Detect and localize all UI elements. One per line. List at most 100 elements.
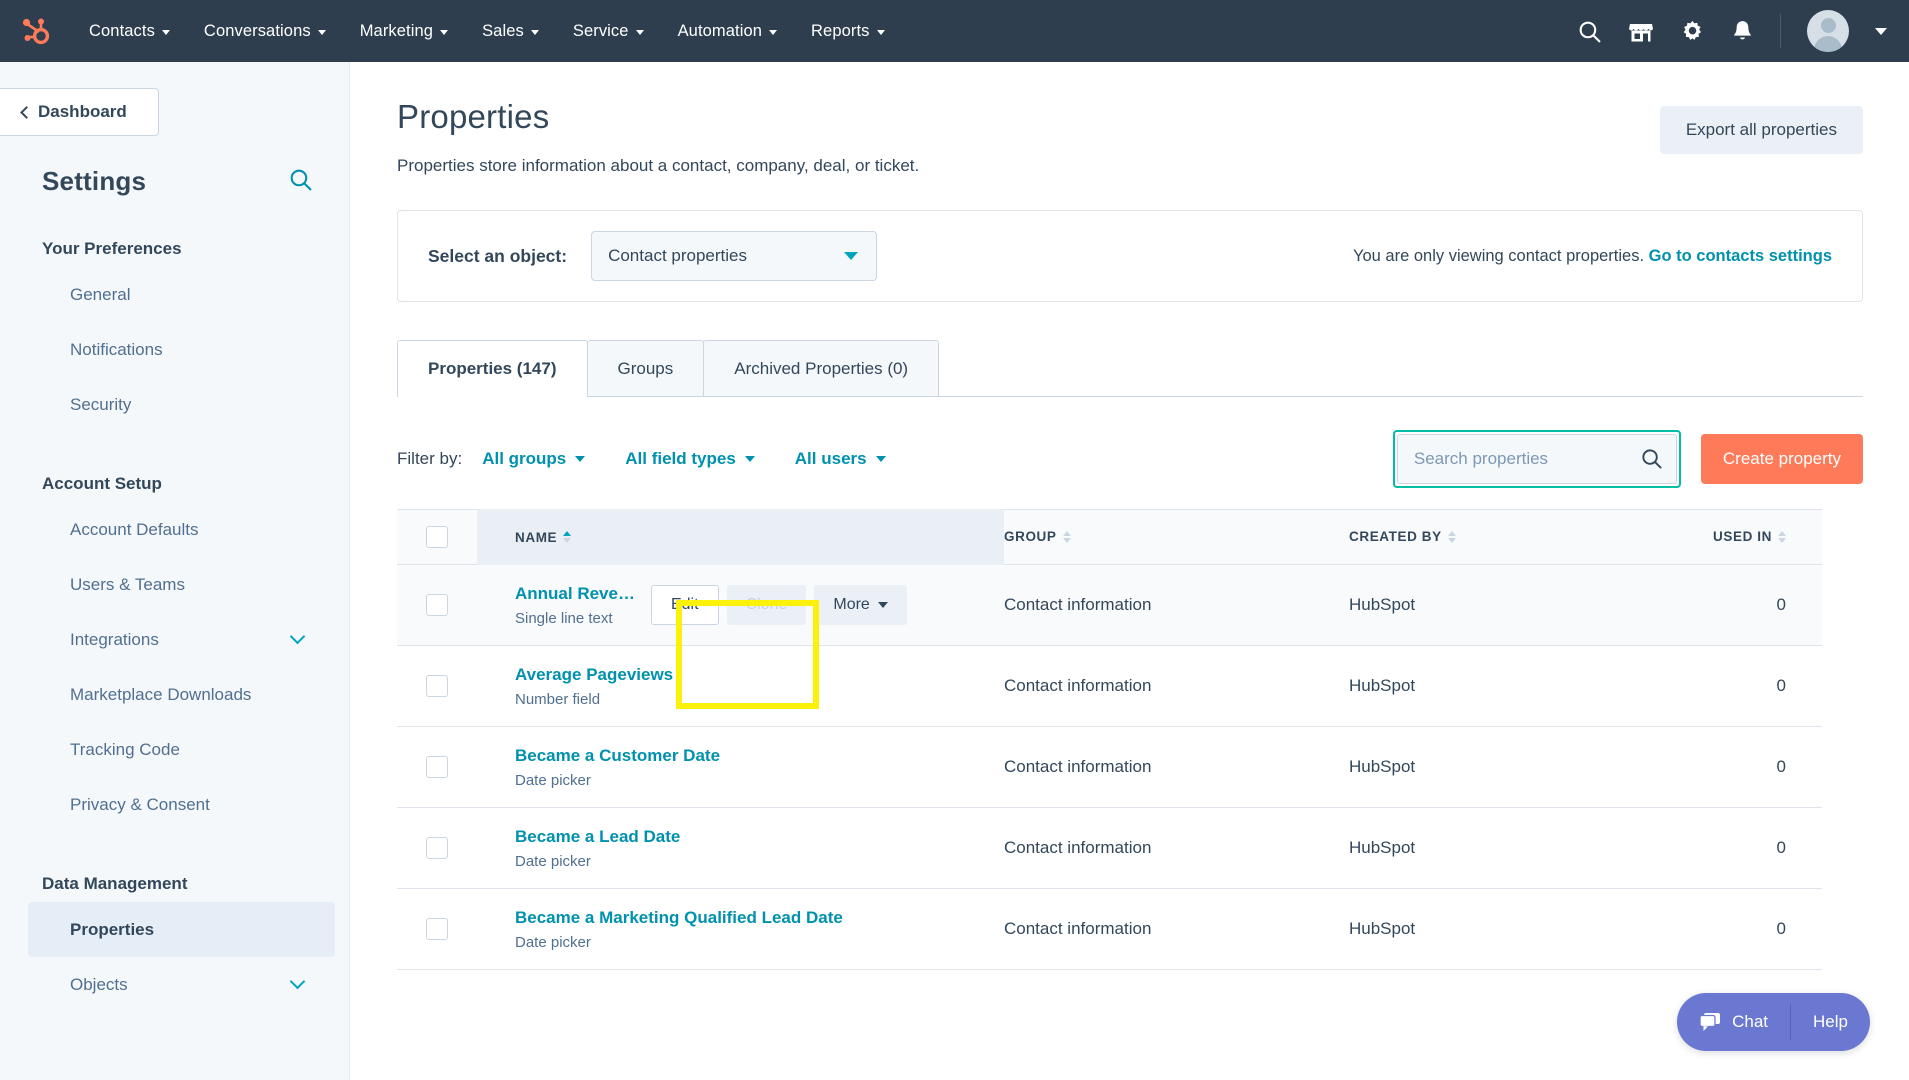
clone-button[interactable]: Clone bbox=[726, 585, 807, 625]
row-checkbox[interactable] bbox=[426, 675, 448, 697]
used-in-cell: 0 bbox=[1776, 757, 1786, 776]
chat-help-widget[interactable]: Chat Help bbox=[1677, 993, 1870, 1051]
nav-item-conversations[interactable]: Conversations bbox=[187, 0, 343, 62]
notifications-bell-icon[interactable] bbox=[1731, 19, 1754, 44]
export-all-properties-button[interactable]: Export all properties bbox=[1659, 106, 1863, 154]
chevron-down-icon bbox=[769, 29, 778, 35]
column-header-created-by[interactable]: CREATED BY bbox=[1349, 528, 1639, 546]
row-checkbox[interactable] bbox=[426, 756, 448, 778]
property-name-link[interactable]: Became a Customer Date bbox=[515, 746, 1004, 766]
sidebar-item-security[interactable]: Security bbox=[28, 377, 335, 432]
filter-all-users[interactable]: All users bbox=[795, 449, 886, 469]
main-menu: Contacts Conversations Marketing Sales S… bbox=[72, 0, 902, 62]
viewing-note-text: You are only viewing contact properties. bbox=[1352, 246, 1645, 265]
gear-icon[interactable] bbox=[1680, 19, 1705, 44]
property-name-link[interactable]: Annual Reve… bbox=[515, 584, 635, 604]
avatar[interactable] bbox=[1807, 10, 1849, 52]
nav-item-service[interactable]: Service bbox=[556, 0, 661, 62]
sidebar-item-label: Notifications bbox=[70, 339, 163, 359]
focus-ring bbox=[1392, 430, 1681, 488]
sidebar-item-privacy-and-consent[interactable]: Privacy & Consent bbox=[28, 777, 335, 832]
search-icon[interactable] bbox=[288, 167, 313, 197]
tab-properties[interactable]: Properties (147) bbox=[397, 340, 588, 397]
chat-button[interactable]: Chat bbox=[1677, 1012, 1790, 1032]
select-all-checkbox[interactable] bbox=[426, 526, 448, 548]
created-by-cell: HubSpot bbox=[1349, 838, 1416, 857]
column-header-name[interactable]: NAME bbox=[477, 509, 1004, 565]
used-in-cell: 0 bbox=[1776, 838, 1786, 857]
chevron-down-icon bbox=[440, 29, 449, 35]
hubspot-logo-icon[interactable] bbox=[0, 15, 72, 47]
chevron-down-icon bbox=[875, 456, 886, 462]
filter-all-groups[interactable]: All groups bbox=[482, 449, 586, 469]
back-to-dashboard-button[interactable]: Dashboard bbox=[0, 88, 159, 136]
sidebar-item-marketplace-downloads[interactable]: Marketplace Downloads bbox=[28, 667, 335, 722]
help-button[interactable]: Help bbox=[1791, 1012, 1870, 1032]
filter-all-field-types[interactable]: All field types bbox=[625, 449, 755, 469]
row-checkbox[interactable] bbox=[426, 918, 448, 940]
marketplace-icon[interactable] bbox=[1628, 19, 1654, 44]
sidebar-item-users-and-teams[interactable]: Users & Teams bbox=[28, 557, 335, 612]
select-object-label: Select an object: bbox=[428, 245, 568, 266]
table-row[interactable]: Average Pageviews Number field Contact i… bbox=[397, 646, 1822, 727]
search-icon[interactable] bbox=[1577, 19, 1602, 44]
search-icon[interactable] bbox=[1640, 447, 1663, 475]
sidebar-item-objects[interactable]: Objects bbox=[28, 957, 335, 1012]
tab-groups[interactable]: Groups bbox=[586, 340, 705, 396]
property-name-link[interactable]: Average Pageviews bbox=[515, 665, 1004, 685]
sort-arrows-icon[interactable] bbox=[1778, 530, 1786, 543]
filter-label: All groups bbox=[482, 449, 567, 468]
sidebar-item-properties[interactable]: Properties bbox=[28, 902, 335, 957]
sidebar-item-account-defaults[interactable]: Account Defaults bbox=[28, 502, 335, 557]
property-name-link[interactable]: Became a Marketing Qualified Lead Date bbox=[515, 908, 1004, 928]
sidebar-item-label: Tracking Code bbox=[70, 739, 180, 759]
nav-item-marketing[interactable]: Marketing bbox=[343, 0, 465, 62]
column-header-group[interactable]: GROUP bbox=[1004, 528, 1349, 546]
chevron-down-icon bbox=[575, 456, 586, 462]
created-by-cell: HubSpot bbox=[1349, 595, 1416, 614]
table-row[interactable]: Became a Lead Date Date picker Contact i… bbox=[397, 808, 1822, 889]
group-cell: Contact information bbox=[1004, 757, 1152, 776]
chat-label: Chat bbox=[1732, 1012, 1769, 1031]
sidebar-header: Settings bbox=[0, 136, 349, 197]
sort-arrows-icon[interactable] bbox=[563, 531, 572, 543]
nav-item-contacts[interactable]: Contacts bbox=[72, 0, 187, 62]
chevron-down-icon[interactable] bbox=[1875, 27, 1887, 35]
go-to-contacts-settings-link[interactable]: Go to contacts settings bbox=[1649, 247, 1832, 265]
chevron-down-icon bbox=[317, 29, 326, 35]
row-checkbox[interactable] bbox=[426, 837, 448, 859]
main-content: Properties Properties store information … bbox=[351, 62, 1909, 1080]
row-select-cell bbox=[397, 675, 477, 697]
edit-button[interactable]: Edit bbox=[650, 585, 719, 625]
sidebar-item-tracking-code[interactable]: Tracking Code bbox=[28, 722, 335, 777]
property-name-link[interactable]: Became a Lead Date bbox=[515, 827, 1004, 847]
table-row[interactable]: Became a Marketing Qualified Lead Date D… bbox=[397, 889, 1822, 970]
nav-item-reports[interactable]: Reports bbox=[794, 0, 901, 62]
chevron-left-icon bbox=[20, 105, 33, 119]
sidebar-item-notifications[interactable]: Notifications bbox=[28, 322, 335, 377]
object-selector-card: Select an object: Contact properties You… bbox=[397, 210, 1863, 302]
sidebar-item-label: General bbox=[70, 284, 131, 304]
create-property-button[interactable]: Create property bbox=[1700, 434, 1863, 484]
group-cell: Contact information bbox=[1004, 676, 1152, 695]
more-button[interactable]: More bbox=[814, 585, 907, 625]
chat-bubble-icon bbox=[1699, 1013, 1721, 1031]
table-row[interactable]: Annual Reve… Single line text Edit Clone… bbox=[397, 565, 1822, 646]
table-row[interactable]: Became a Customer Date Date picker Conta… bbox=[397, 727, 1822, 808]
nav-label: Sales bbox=[482, 21, 524, 40]
back-button-label: Dashboard bbox=[38, 102, 127, 121]
nav-item-automation[interactable]: Automation bbox=[661, 0, 794, 62]
sidebar-item-integrations[interactable]: Integrations bbox=[28, 612, 335, 667]
sidebar-item-general[interactable]: General bbox=[28, 267, 335, 322]
nav-item-sales[interactable]: Sales bbox=[465, 0, 556, 62]
sidebar-item-label: Account Defaults bbox=[70, 519, 199, 539]
column-header-used-in[interactable]: USED IN bbox=[1639, 528, 1822, 546]
object-select-dropdown[interactable]: Contact properties bbox=[591, 231, 878, 281]
filter-label: All field types bbox=[625, 449, 736, 468]
tab-archived-properties[interactable]: Archived Properties (0) bbox=[703, 340, 940, 396]
row-checkbox[interactable] bbox=[426, 594, 448, 616]
sort-arrows-icon[interactable] bbox=[1447, 530, 1456, 543]
sort-arrows-icon[interactable] bbox=[1062, 530, 1071, 543]
group-cell: Contact information bbox=[1004, 919, 1152, 938]
property-name-cell: Became a Marketing Qualified Lead Date D… bbox=[477, 908, 1004, 951]
